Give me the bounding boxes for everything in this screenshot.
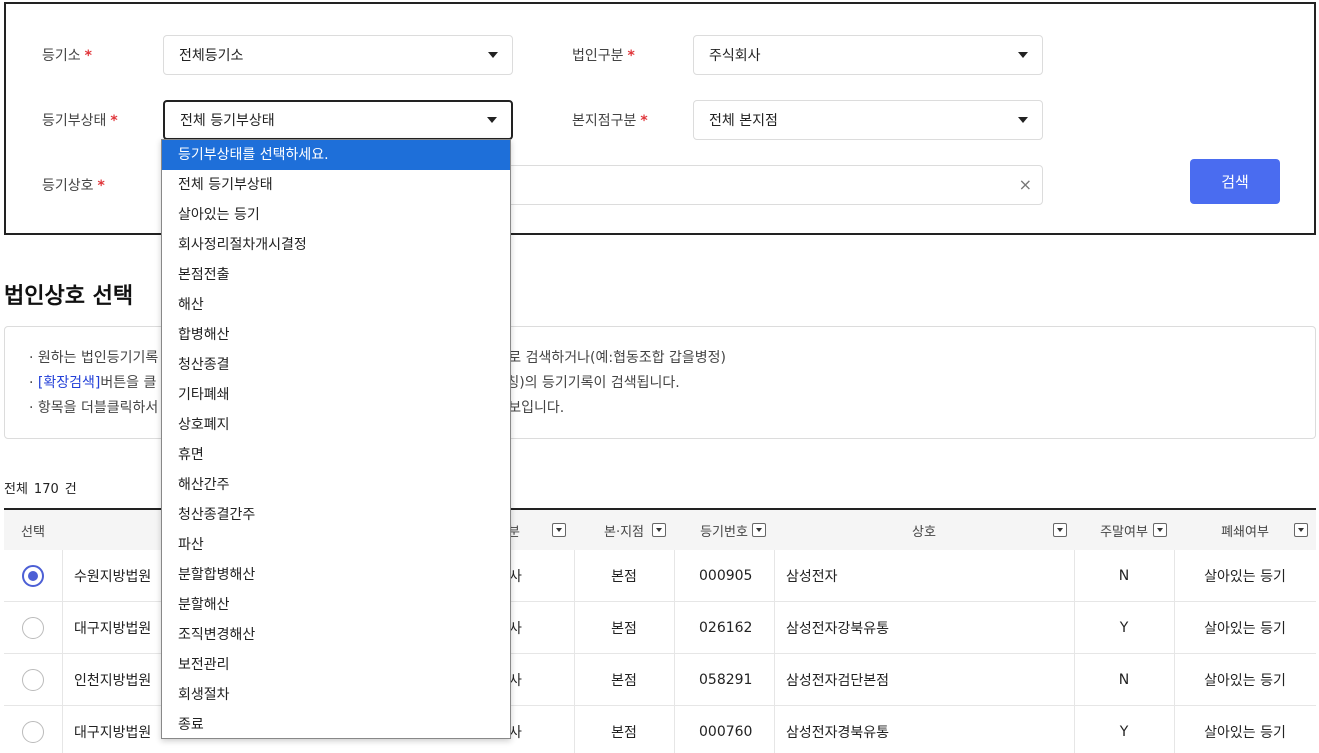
weekend-cell: Y	[1119, 723, 1129, 740]
branch-label: 본지점구분 *	[572, 113, 648, 129]
dropdown-option[interactable]: 보전관리	[162, 650, 510, 680]
row-radio[interactable]	[22, 720, 44, 743]
caret-down-icon	[487, 117, 497, 123]
corp-type-select-value: 주식회사	[709, 48, 761, 64]
dropdown-option[interactable]: 합병해산	[162, 320, 510, 350]
weekend-cell: N	[1118, 671, 1130, 688]
registry-label: 등기소 *	[42, 48, 92, 64]
closed-cell: 살아있는 등기	[1204, 568, 1286, 585]
branch-select[interactable]: 전체 본지점	[693, 100, 1043, 140]
weekend-cell: N	[1118, 567, 1130, 584]
status-dropdown-list: 등기부상태를 선택하세요. 전체 등기부상태 살아있는 등기 회사정리절차개시결…	[161, 139, 511, 739]
name-label: 등기상호 *	[42, 178, 105, 194]
dropdown-option[interactable]: 해산	[162, 290, 510, 320]
branch-select-value: 전체 본지점	[709, 113, 778, 129]
row-select-cell[interactable]	[4, 550, 62, 601]
branch-cell: 본점	[611, 568, 637, 585]
status-select-value: 전체 등기부상태	[180, 113, 275, 129]
dropdown-option[interactable]: 상호폐지	[162, 410, 510, 440]
dropdown-option[interactable]: 살아있는 등기	[162, 200, 510, 230]
section-title: 법인상호 선택	[4, 284, 134, 309]
dropdown-option[interactable]: 등기부상태를 선택하세요.	[162, 140, 510, 170]
corp-type-label: 법인구분 *	[572, 48, 635, 64]
row-select-cell[interactable]	[4, 706, 62, 753]
filter-icon[interactable]	[752, 523, 766, 537]
reg-no-cell: 026162	[699, 619, 753, 636]
corp-type-cell: 사	[509, 724, 522, 741]
corp-type-cell: 사	[509, 672, 522, 689]
branch-cell: 본점	[611, 672, 637, 689]
weekend-cell: Y	[1119, 619, 1129, 636]
dropdown-option[interactable]: 전체 등기부상태	[162, 170, 510, 200]
caret-down-icon	[1018, 52, 1028, 58]
branch-cell: 본점	[611, 724, 637, 741]
row-radio[interactable]	[22, 564, 44, 587]
total-count: 전체 170 건	[4, 482, 77, 497]
filter-icon[interactable]	[1053, 523, 1067, 537]
filter-icon[interactable]	[652, 523, 666, 537]
reg-no-cell: 058291	[699, 671, 753, 688]
closed-cell: 살아있는 등기	[1204, 672, 1286, 689]
reg-no-cell: 000760	[699, 723, 753, 740]
dropdown-option[interactable]: 종료	[162, 710, 510, 740]
dropdown-option[interactable]: 휴면	[162, 440, 510, 470]
filter-icon[interactable]	[1294, 523, 1308, 537]
registry-select[interactable]: 전체등기소	[163, 35, 513, 75]
dropdown-option[interactable]: 파산	[162, 530, 510, 560]
dropdown-option[interactable]: 해산간주	[162, 470, 510, 500]
dropdown-option[interactable]: 조직변경해산	[162, 620, 510, 650]
dropdown-option[interactable]: 본점전출	[162, 260, 510, 290]
registry-select-value: 전체등기소	[179, 48, 244, 64]
corp-type-cell: 사	[509, 568, 522, 585]
clear-icon[interactable]: ×	[1019, 176, 1032, 194]
corp-type-select[interactable]: 주식회사	[693, 35, 1043, 75]
reg-no-cell: 000905	[699, 567, 753, 584]
corp-type-cell: 사	[509, 620, 522, 637]
branch-cell: 본점	[611, 620, 637, 637]
dropdown-option[interactable]: 회사정리절차개시결정	[162, 230, 510, 260]
search-button[interactable]: 검색	[1190, 159, 1280, 204]
expand-search-link[interactable]: [확장검색]	[38, 375, 100, 391]
filter-icon[interactable]	[1153, 523, 1167, 537]
dropdown-option[interactable]: 회생절차	[162, 680, 510, 710]
header-name: 상호	[912, 524, 936, 540]
dropdown-option[interactable]: 기타폐쇄	[162, 380, 510, 410]
caret-down-icon	[1018, 117, 1028, 123]
status-label: 등기부상태 *	[42, 113, 118, 129]
caret-down-icon	[488, 52, 498, 58]
dropdown-option[interactable]: 청산종결간주	[162, 500, 510, 530]
name-cell: 삼성전자검단본점	[786, 672, 890, 689]
closed-cell: 살아있는 등기	[1204, 620, 1286, 637]
name-cell: 삼성전자	[786, 568, 838, 585]
row-select-cell[interactable]	[4, 654, 62, 705]
name-cell: 삼성전자강북유통	[786, 620, 890, 637]
status-select[interactable]: 전체 등기부상태	[163, 100, 513, 140]
closed-cell: 살아있는 등기	[1204, 724, 1286, 741]
row-radio[interactable]	[22, 668, 44, 691]
dropdown-option[interactable]: 분할해산	[162, 590, 510, 620]
row-select-cell[interactable]	[4, 602, 62, 653]
name-cell: 삼성전자경북유통	[786, 724, 890, 741]
row-radio[interactable]	[22, 616, 44, 639]
header-select: 선택	[21, 524, 45, 540]
dropdown-option[interactable]: 청산종결	[162, 350, 510, 380]
dropdown-option[interactable]: 분할합병해산	[162, 560, 510, 590]
filter-icon[interactable]	[552, 523, 566, 537]
